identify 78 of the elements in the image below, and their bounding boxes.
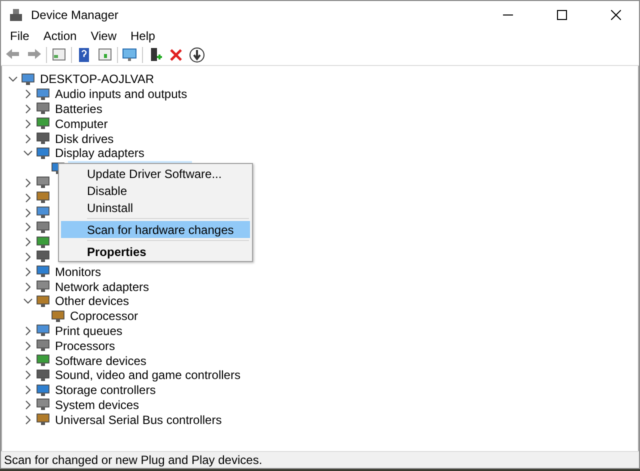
tree-item[interactable]: Display adapters xyxy=(53,146,146,160)
device-icon xyxy=(36,398,50,412)
device-icon xyxy=(36,88,50,101)
tree-item[interactable]: Disk drives xyxy=(53,132,116,146)
expander-icon[interactable] xyxy=(23,192,33,203)
expander-icon[interactable] xyxy=(8,74,18,84)
tree-item[interactable]: Universal Serial Bus controllers xyxy=(53,412,224,427)
device-icon xyxy=(36,132,50,146)
device-icon xyxy=(36,265,50,278)
context-menu-item[interactable]: Properties xyxy=(61,243,250,260)
menu-item[interactable]: Action xyxy=(36,29,84,44)
device-icon xyxy=(36,191,50,204)
status-text: Scan for changed or new Plug and Play devices. xyxy=(4,453,262,467)
tree-item[interactable]: System devices xyxy=(53,398,142,412)
tree-item[interactable]: Network adapters xyxy=(53,280,152,294)
device-icon xyxy=(36,206,50,220)
context-menu-item[interactable]: Scan for hardware changes xyxy=(61,221,250,238)
tree-item[interactable]: Monitors xyxy=(53,264,104,279)
device-icon xyxy=(36,354,50,368)
expander-icon[interactable] xyxy=(23,118,33,129)
maximize-icon xyxy=(557,10,567,20)
tree-item[interactable]: Storage controllers xyxy=(53,383,158,398)
device-icon xyxy=(36,220,50,234)
tree-item[interactable]: Coprocessor xyxy=(68,309,140,324)
expander-icon[interactable] xyxy=(23,104,33,114)
device-icon xyxy=(36,146,50,160)
expander-icon[interactable] xyxy=(23,326,33,336)
tree-item[interactable]: DESKTOP-AOJLVAR xyxy=(38,72,156,86)
tree-item[interactable]: Print queues xyxy=(53,324,124,338)
expander-icon[interactable] xyxy=(23,148,33,158)
context-menu-item[interactable]: Uninstall xyxy=(61,199,250,216)
tree-item[interactable]: Software devices xyxy=(53,354,148,368)
close-icon xyxy=(611,10,621,20)
expander-icon[interactable] xyxy=(23,237,33,248)
tree-item[interactable]: Processors xyxy=(53,338,118,353)
expander-icon[interactable] xyxy=(23,134,33,144)
expander-icon[interactable] xyxy=(23,414,33,425)
tree-item[interactable]: Other devices xyxy=(53,294,132,308)
device-icon xyxy=(36,102,50,116)
device-icon xyxy=(36,250,50,264)
context-menu-item[interactable]: Disable xyxy=(61,182,250,199)
expander-icon[interactable] xyxy=(23,370,33,380)
device-icon xyxy=(36,294,50,308)
app-icon xyxy=(9,8,23,22)
expander-icon[interactable] xyxy=(23,178,33,188)
computer-icon xyxy=(21,72,35,86)
context-menu-item[interactable]: Update Driver Software... xyxy=(61,165,250,182)
device-icon xyxy=(36,324,50,338)
menu-item[interactable]: View xyxy=(84,29,124,44)
expander-icon[interactable] xyxy=(23,400,33,410)
expander-icon[interactable] xyxy=(23,282,33,292)
scan-icon[interactable] xyxy=(121,46,139,64)
device-icon xyxy=(36,384,50,397)
device-icon xyxy=(36,280,50,294)
tree-item[interactable]: Batteries xyxy=(53,102,104,116)
device-icon xyxy=(36,368,50,382)
expander-icon[interactable] xyxy=(23,222,33,232)
expander-icon[interactable] xyxy=(23,208,33,218)
tree-item[interactable]: Audio inputs and outputs xyxy=(53,87,190,102)
expander-icon[interactable] xyxy=(23,266,33,277)
device-icon xyxy=(51,310,65,323)
device-icon xyxy=(36,117,50,130)
expander-icon[interactable] xyxy=(23,252,33,262)
expander-icon[interactable] xyxy=(23,385,33,396)
device-icon xyxy=(36,236,50,249)
menu-item[interactable]: Help xyxy=(124,29,162,44)
download-icon[interactable] xyxy=(188,46,206,64)
device-icon xyxy=(36,176,50,190)
expander-icon[interactable] xyxy=(23,89,33,100)
device-icon xyxy=(36,413,50,426)
expander-icon[interactable] xyxy=(23,296,33,306)
tree-item[interactable]: Computer xyxy=(53,116,110,131)
tree-item[interactable]: Sound, video and game controllers xyxy=(53,368,242,382)
device-icon xyxy=(36,339,50,352)
expander-icon[interactable] xyxy=(23,356,33,366)
expander-icon[interactable] xyxy=(23,340,33,351)
window-title: Device Manager xyxy=(31,8,120,22)
menu-item[interactable]: File xyxy=(3,29,36,44)
